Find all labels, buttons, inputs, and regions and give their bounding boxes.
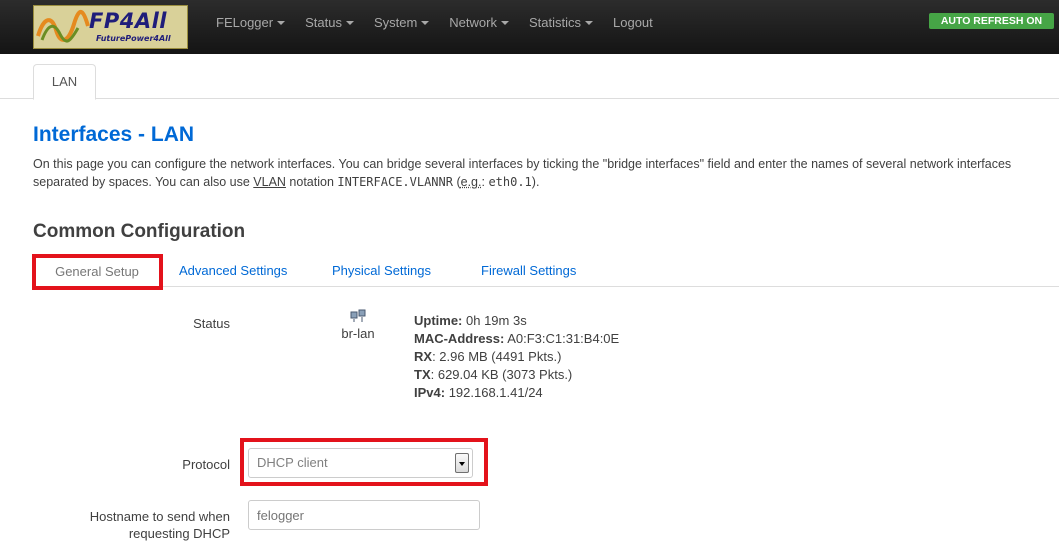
tx-value: : 629.04 KB (3073 Pkts.) [430, 367, 573, 382]
chevron-down-icon [345, 21, 354, 26]
eg-abbreviation: e.g. [460, 175, 482, 189]
chevron-down-icon [277, 21, 286, 26]
menu-system-label: System [373, 15, 418, 30]
menu-logout-label: Logout [613, 15, 653, 30]
hostname-label-line-2: requesting DHCP [128, 526, 230, 541]
menu-system[interactable]: System [364, 0, 439, 46]
logo-wordmark: FP4All [89, 9, 167, 33]
hostname-label-line-1: Hostname to send when [89, 509, 230, 524]
mac-label: MAC-Address: [414, 331, 505, 346]
chevron-down-icon [585, 21, 593, 26]
rx-label: RX [414, 349, 433, 364]
top-navbar: FP4All FuturePower4All FELogger Status S… [0, 0, 1059, 54]
chevron-down-icon [500, 21, 509, 26]
uptime-value: 0h 19m 3s [462, 313, 527, 328]
ipv4-row: IPv4: 192.168.1.41/24 [414, 384, 619, 402]
brand-logo[interactable]: FP4All FuturePower4All [33, 5, 188, 49]
section-title: Common Configuration [33, 221, 246, 242]
description-text: notation [285, 175, 338, 189]
highlight-protocol [240, 438, 488, 486]
protocol-label: Protocol [182, 457, 230, 472]
main-menu: FELogger Status System Network Statistic… [206, 0, 663, 46]
status-details: Uptime: 0h 19m 3s MAC-Address: A0:F3:C1:… [414, 312, 619, 402]
tab-physical-settings[interactable]: Physical Settings [332, 256, 431, 287]
config-tabs: General Setup Advanced Settings Physical… [33, 256, 1059, 287]
menu-statistics-label: Statistics [528, 15, 581, 30]
status-label: Status [193, 316, 230, 331]
hostname-label: Hostname to send when requesting DHCP [40, 508, 230, 542]
auto-refresh-badge[interactable]: AUTO REFRESH ON [929, 13, 1054, 29]
menu-status[interactable]: Status [295, 0, 364, 46]
highlight-general-setup [32, 254, 163, 290]
menu-status-label: Status [305, 15, 342, 30]
network-bridge-icon [350, 309, 366, 322]
code-example: eth0.1 [488, 175, 532, 189]
code-interface-vlannr: INTERFACE.VLANNR [337, 175, 453, 189]
menu-statistics[interactable]: Statistics [519, 0, 603, 46]
chevron-down-icon [421, 21, 430, 26]
rx-value: : 2.96 MB (4491 Pkts.) [432, 349, 562, 364]
mac-row: MAC-Address: A0:F3:C1:31:B4:0E [414, 330, 619, 348]
menu-network-label: Network [449, 15, 497, 30]
interface-tabs: LAN [0, 63, 1059, 100]
menu-logout[interactable]: Logout [603, 0, 663, 46]
page-description: On this page you can configure the netwo… [33, 155, 1033, 191]
uptime-row: Uptime: 0h 19m 3s [414, 312, 619, 330]
page-title: Interfaces - LAN [33, 123, 195, 146]
tab-advanced-settings[interactable]: Advanced Settings [179, 256, 287, 287]
rx-row: RX: 2.96 MB (4491 Pkts.) [414, 348, 619, 366]
menu-felogger[interactable]: FELogger [206, 0, 295, 46]
vlan-abbreviation: VLAN [253, 175, 286, 189]
uptime-label: Uptime: [414, 313, 463, 328]
ipv4-value: 192.168.1.41/24 [445, 385, 543, 400]
tab-firewall-settings[interactable]: Firewall Settings [481, 256, 576, 287]
mac-value: A0:F3:C1:31:B4:0E [504, 331, 620, 346]
interface-name: br-lan [341, 326, 375, 341]
tx-row: TX: 629.04 KB (3073 Pkts.) [414, 366, 619, 384]
ipv4-label: IPv4: [414, 385, 446, 400]
logo-tagline: FuturePower4All [96, 34, 171, 43]
menu-felogger-label: FELogger [216, 15, 274, 30]
hostname-input[interactable] [248, 500, 480, 530]
description-text: ). [531, 175, 540, 189]
tx-label: TX [414, 367, 431, 382]
interface-indicator: br-lan [338, 309, 378, 341]
menu-network[interactable]: Network [439, 0, 519, 46]
tab-lan[interactable]: LAN [33, 64, 96, 100]
description-text: ( [452, 175, 461, 189]
